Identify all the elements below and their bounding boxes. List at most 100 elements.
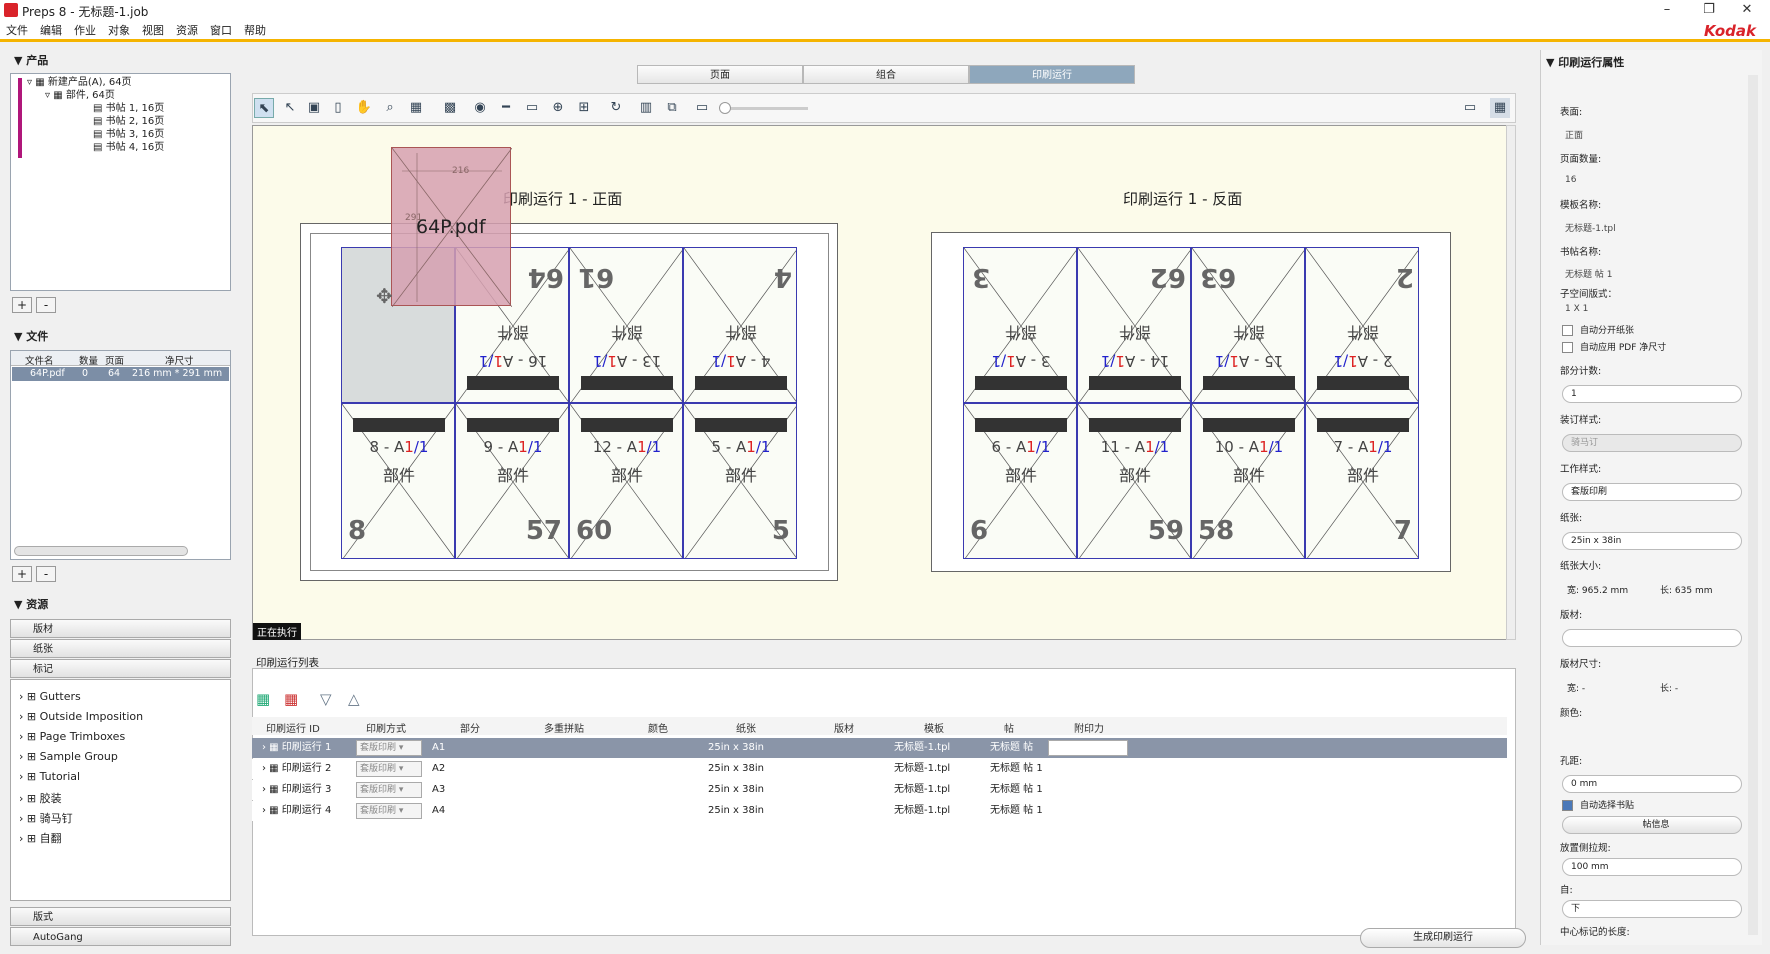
menu-edit[interactable]: 编辑 (34, 20, 68, 42)
split-icon[interactable]: ⊞ (574, 98, 594, 118)
auto-select-checkbox[interactable] (1562, 800, 1573, 811)
run-row[interactable]: › ▦ 印刷运行 1 套版印刷 ▾ A1 25in x 38in 无标题-1.tpl 无标… (252, 738, 1507, 758)
col-paper[interactable]: 纸张 (736, 720, 756, 735)
side-guide-input[interactable]: 100 mm (1562, 858, 1742, 876)
paper-select[interactable]: 25in x 38in (1562, 532, 1742, 550)
front-page-60[interactable]: 12 - A1/1 部件 60 (569, 403, 683, 559)
move-up-icon[interactable]: △ (348, 690, 360, 708)
tab-pages[interactable]: 页面 (637, 65, 803, 84)
back-page-59[interactable]: 11 - A1/1 部件 59 (1077, 403, 1191, 559)
view-icon[interactable]: ◉ (470, 98, 490, 118)
auto-sheet-checkbox[interactable] (1562, 325, 1573, 336)
plate-select[interactable] (1562, 629, 1742, 647)
menu-resources[interactable]: 资源 (170, 20, 204, 42)
menu-help[interactable]: 帮助 (238, 20, 272, 42)
mark-group-workturn[interactable]: › ⊞ 自翻 (19, 830, 62, 846)
col-run-id[interactable]: 印刷运行 ID (266, 720, 320, 735)
tab-press-run[interactable]: 印刷运行 (969, 65, 1135, 84)
back-page-7[interactable]: 7 - A1/1 部件 7 (1305, 403, 1419, 559)
back-page-62[interactable]: 14 - A1/1 部件 62 (1077, 247, 1191, 403)
col-method[interactable]: 印刷方式 (366, 720, 406, 735)
mark-group-perfect[interactable]: › ⊞ 胶装 (19, 790, 62, 806)
col-extra[interactable]: 附印力 (1074, 720, 1104, 735)
mark-group-tutorial[interactable]: › ⊞ Tutorial (19, 770, 80, 783)
tree-sig-4[interactable]: ▤ 书帖 4, 16页 (93, 141, 164, 154)
dragged-file-preview[interactable]: 216 291 64P.pdf (391, 147, 512, 307)
tree-product[interactable]: ▿ ▦ 新建产品(A), 64页 (27, 76, 132, 89)
files-header[interactable]: ▼ 文件 (14, 328, 48, 346)
col-pages[interactable]: 页面 (105, 353, 124, 367)
tree-sig-3[interactable]: ▤ 书帖 3, 16页 (93, 128, 164, 141)
product-header[interactable]: ▼ 产品 (14, 52, 48, 70)
col-plate[interactable]: 版材 (834, 720, 854, 735)
back-page-2[interactable]: 2 - A1/1 部件 2 (1305, 247, 1419, 403)
work-style-select[interactable]: 套版印刷 (1562, 483, 1742, 501)
menu-view[interactable]: 视图 (136, 20, 170, 42)
run-row[interactable]: › ▦ 印刷运行 2 套版印刷 ▾ A2 25in x 38in 无标题-1.tpl 无标… (252, 759, 1507, 779)
method-select[interactable]: 套版印刷 ▾ (356, 782, 422, 798)
delete-run-icon[interactable]: ▦ (284, 690, 298, 708)
tree-sig-2[interactable]: ▤ 书帖 2, 16页 (93, 115, 164, 128)
doc-icon[interactable]: ▭ (522, 98, 542, 118)
files-scrollbar[interactable] (14, 546, 188, 556)
grid-icon[interactable]: ▦ (406, 98, 426, 118)
col-count[interactable]: 数量 (79, 353, 98, 367)
extra-input[interactable] (1048, 740, 1128, 756)
method-select[interactable]: 套版印刷 ▾ (356, 740, 422, 756)
back-page-63[interactable]: 15 - A1/1 部件 63 (1191, 247, 1305, 403)
method-select[interactable]: 套版印刷 ▾ (356, 803, 422, 819)
thumbnail-icon[interactable]: ▭ (692, 98, 712, 118)
mark-group-saddle[interactable]: › ⊞ 骑马钉 (19, 810, 73, 826)
marks-icon[interactable]: ▩ (440, 98, 460, 118)
zoom-slider[interactable] (722, 107, 808, 110)
zoom-icon[interactable]: ⌕ (380, 98, 400, 118)
mark-group-outside[interactable]: › ⊞ Outside Imposition (19, 710, 143, 723)
tree-sig-1[interactable]: ▤ 书帖 1, 16页 (93, 102, 164, 115)
method-select[interactable]: 套版印刷 ▾ (356, 761, 422, 777)
file-row[interactable]: 64P.pdf 0 64 216 mm * 291 mm (12, 367, 229, 381)
from-select[interactable]: 下 (1562, 900, 1742, 918)
mark-group-gutters[interactable]: › ⊞ Gutters (19, 690, 81, 703)
add-product-button[interactable]: + (12, 297, 32, 313)
add-file-button[interactable]: + (12, 566, 32, 582)
add-run-icon[interactable]: ▦ (256, 690, 270, 708)
front-page-8[interactable]: 8 - A1/1 部件 8 (341, 403, 455, 559)
arrange-icon[interactable]: ⧉ (662, 98, 682, 118)
run-row[interactable]: › ▦ 印刷运行 3 套版印刷 ▾ A3 25in x 38in 无标题-1.tpl 无标… (252, 780, 1507, 800)
ruler-icon[interactable]: ━ (496, 98, 516, 118)
front-page-57[interactable]: 9 - A1/1 部件 57 (455, 403, 569, 559)
mark-group-trimboxes[interactable]: › ⊞ Page Trimboxes (19, 730, 125, 743)
select-tool-icon[interactable]: ⬉ (254, 98, 274, 118)
sig-info-button[interactable]: 帖信息 (1562, 816, 1742, 834)
remove-file-button[interactable]: - (36, 566, 56, 582)
remove-product-button[interactable]: - (36, 297, 56, 313)
col-color[interactable]: 颜色 (648, 720, 668, 735)
product-tree[interactable]: ▿ ▦ 新建产品(A), 64页 ▿ ▦ 部件, 64页 ▤ 书帖 1, 16页… (10, 73, 231, 291)
hole-input[interactable]: 0 mm (1562, 775, 1742, 793)
close-button[interactable]: ✕ (1724, 0, 1770, 20)
res-layout[interactable]: 版式 (10, 907, 231, 926)
front-page-5[interactable]: 5 - A1/1 部件 5 (683, 403, 797, 559)
front-page-4[interactable]: 4 - A1/1 部件 4 (683, 247, 797, 403)
tree-part[interactable]: ▿ ▦ 部件, 64页 (45, 89, 115, 102)
menu-file[interactable]: 文件 (0, 20, 34, 42)
back-page-6[interactable]: 6 - A1/1 部件 6 (963, 403, 1077, 559)
menu-job[interactable]: 作业 (68, 20, 102, 42)
files-table[interactable]: 文件名 数量 页面 净尺寸 64P.pdf 0 64 216 mm * 291 … (10, 350, 231, 560)
back-page-58[interactable]: 10 - A1/1 部件 58 (1191, 403, 1305, 559)
arrow-tool-icon[interactable]: ↖ (280, 98, 300, 118)
back-page-3[interactable]: 3 - A1/1 部件 3 (963, 247, 1077, 403)
front-page-61[interactable]: 13 - A1/1 部件 61 (569, 247, 683, 403)
menu-window[interactable]: 窗口 (204, 20, 238, 42)
res-paper[interactable]: 纸张 (10, 639, 231, 658)
rotate-icon[interactable]: ↻ (606, 98, 626, 118)
generate-run-button[interactable]: 生成印刷运行 (1360, 928, 1526, 948)
props-header[interactable]: ▼ 印刷运行属性 (1546, 54, 1624, 72)
minimize-button[interactable]: – (1644, 0, 1690, 20)
sheet-tool-icon[interactable]: ▯ (328, 98, 348, 118)
mark-group-sample[interactable]: › ⊞ Sample Group (19, 750, 118, 763)
col-template[interactable]: 模板 (924, 720, 944, 735)
res-autogang[interactable]: AutoGang (10, 927, 231, 946)
res-plate[interactable]: 版材 (10, 619, 231, 638)
auto-pdf-checkbox[interactable] (1562, 342, 1573, 353)
